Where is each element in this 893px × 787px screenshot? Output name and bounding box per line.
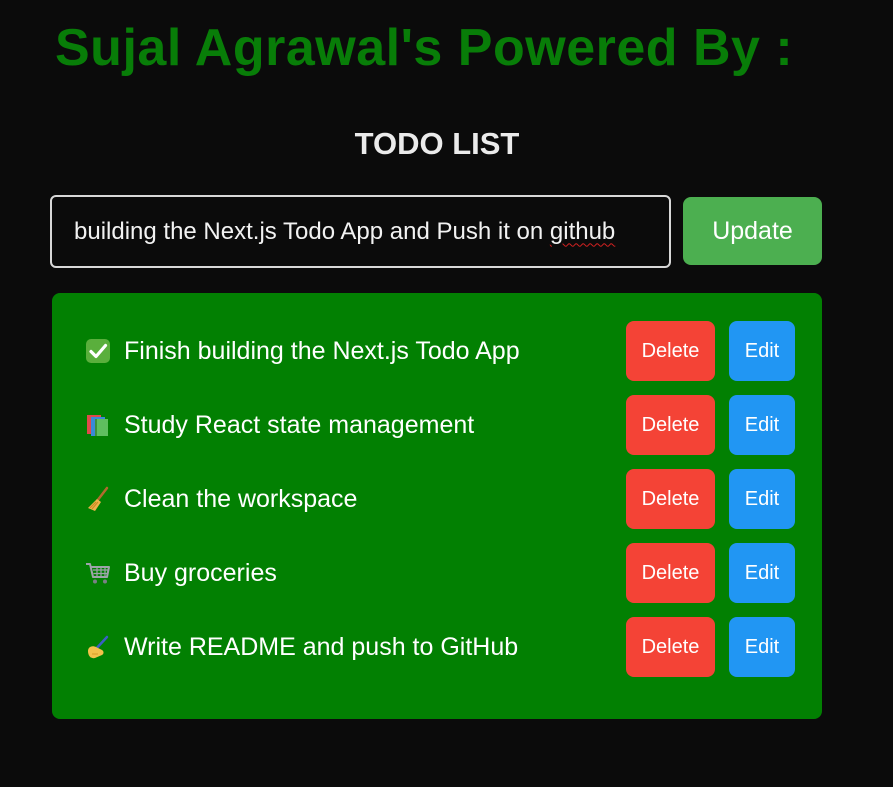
todo-item: Study React state management Delete Edit: [84, 395, 795, 455]
todo-item-content: Buy groceries: [84, 559, 626, 588]
edit-button[interactable]: Edit: [729, 617, 795, 677]
delete-button[interactable]: Delete: [626, 321, 715, 381]
edit-button[interactable]: Edit: [729, 395, 795, 455]
edit-button[interactable]: Edit: [729, 543, 795, 603]
shopping-cart-icon: [84, 559, 112, 587]
todo-list: Finish building the Next.js Todo App Del…: [52, 293, 822, 719]
delete-button[interactable]: Delete: [626, 469, 715, 529]
writing-hand-icon: [84, 633, 112, 661]
delete-button[interactable]: Delete: [626, 395, 715, 455]
todo-item-text: Study React state management: [124, 410, 475, 439]
edit-button[interactable]: Edit: [729, 321, 795, 381]
page-title: TODO LIST: [354, 126, 520, 161]
todo-item: Buy groceries Delete Edit: [84, 543, 795, 603]
todo-item: Write README and push to GitHub Delete E…: [84, 617, 795, 677]
check-mark-icon: [84, 337, 112, 365]
update-button[interactable]: Update: [683, 197, 822, 265]
brand-title: Sujal Agrawal's Powered By :: [55, 19, 794, 77]
todo-item-content: Finish building the Next.js Todo App: [84, 337, 626, 366]
todo-item-content: Clean the workspace: [84, 485, 626, 514]
todo-item-text: Buy groceries: [124, 558, 277, 587]
books-icon: [84, 411, 112, 439]
todo-input-text: building the Next.js Todo App and Push i…: [74, 217, 550, 245]
todo-item: Finish building the Next.js Todo App Del…: [84, 321, 795, 381]
delete-button[interactable]: Delete: [626, 617, 715, 677]
todo-input[interactable]: building the Next.js Todo App and Push i…: [50, 195, 671, 268]
broom-icon: [84, 485, 112, 513]
edit-button[interactable]: Edit: [729, 469, 795, 529]
todo-input-misspelled-word: github: [549, 217, 616, 245]
todo-item-text: Write README and push to GitHub: [124, 632, 519, 661]
todo-app-page: Sujal Agrawal's Powered By : TODO LIST b…: [0, 0, 893, 787]
delete-button[interactable]: Delete: [626, 543, 715, 603]
todo-item-text: Clean the workspace: [124, 484, 358, 513]
todo-item-content: Study React state management: [84, 411, 626, 440]
todo-item-content: Write README and push to GitHub: [84, 633, 626, 662]
todo-item-text: Finish building the Next.js Todo App: [124, 336, 520, 365]
todo-item: Clean the workspace Delete Edit: [84, 469, 795, 529]
